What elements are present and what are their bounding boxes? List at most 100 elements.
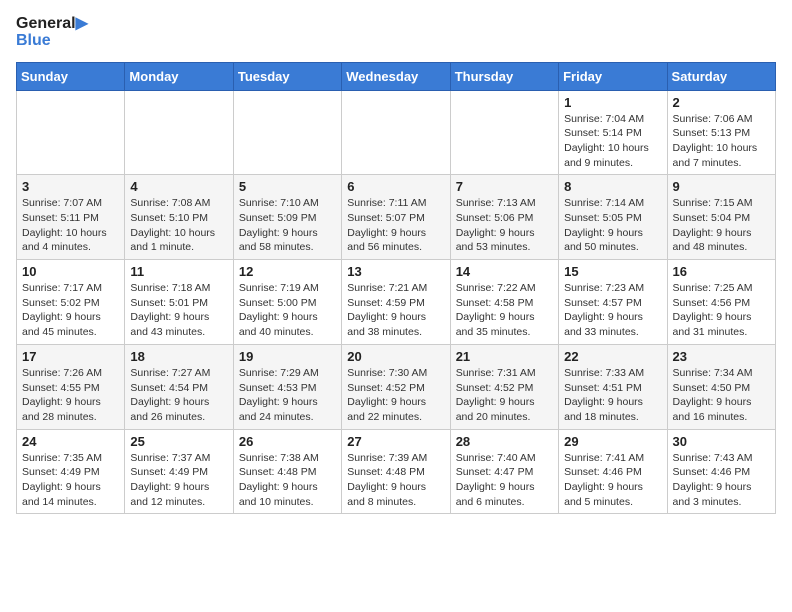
week-row-2: 3 Sunrise: 7:07 AM Sunset: 5:11 PM Daylig… xyxy=(17,175,776,260)
day-info: Sunrise: 7:41 AM Sunset: 4:46 PM Dayligh… xyxy=(564,451,661,510)
day-info: Sunrise: 7:35 AM Sunset: 4:49 PM Dayligh… xyxy=(22,451,119,510)
day-info: Sunrise: 7:22 AM Sunset: 4:58 PM Dayligh… xyxy=(456,281,553,340)
calendar-table: SundayMondayTuesdayWednesdayThursdayFrid… xyxy=(16,62,776,515)
day-info: Sunrise: 7:37 AM Sunset: 4:49 PM Dayligh… xyxy=(130,451,227,510)
day-header-wednesday: Wednesday xyxy=(342,62,450,90)
week-row-5: 24 Sunrise: 7:35 AM Sunset: 4:49 PM Dayli… xyxy=(17,429,776,514)
day-number: 13 xyxy=(347,264,444,279)
day-info: Sunrise: 7:15 AM Sunset: 5:04 PM Dayligh… xyxy=(673,196,770,255)
day-number: 3 xyxy=(22,179,119,194)
day-cell: 2 Sunrise: 7:06 AM Sunset: 5:13 PM Daylig… xyxy=(667,90,775,175)
day-info: Sunrise: 7:23 AM Sunset: 4:57 PM Dayligh… xyxy=(564,281,661,340)
day-info: Sunrise: 7:27 AM Sunset: 4:54 PM Dayligh… xyxy=(130,366,227,425)
day-cell: 11 Sunrise: 7:18 AM Sunset: 5:01 PM Dayli… xyxy=(125,260,233,345)
header-row: SundayMondayTuesdayWednesdayThursdayFrid… xyxy=(17,62,776,90)
day-header-monday: Monday xyxy=(125,62,233,90)
day-cell xyxy=(233,90,341,175)
week-row-3: 10 Sunrise: 7:17 AM Sunset: 5:02 PM Dayli… xyxy=(17,260,776,345)
day-number: 26 xyxy=(239,434,336,449)
week-row-4: 17 Sunrise: 7:26 AM Sunset: 4:55 PM Dayli… xyxy=(17,344,776,429)
logo: General▶ Blue xyxy=(16,16,88,50)
day-cell: 18 Sunrise: 7:27 AM Sunset: 4:54 PM Dayli… xyxy=(125,344,233,429)
day-cell: 8 Sunrise: 7:14 AM Sunset: 5:05 PM Daylig… xyxy=(559,175,667,260)
day-info: Sunrise: 7:40 AM Sunset: 4:47 PM Dayligh… xyxy=(456,451,553,510)
day-cell: 20 Sunrise: 7:30 AM Sunset: 4:52 PM Dayli… xyxy=(342,344,450,429)
day-cell: 6 Sunrise: 7:11 AM Sunset: 5:07 PM Daylig… xyxy=(342,175,450,260)
day-number: 21 xyxy=(456,349,553,364)
day-info: Sunrise: 7:14 AM Sunset: 5:05 PM Dayligh… xyxy=(564,196,661,255)
day-info: Sunrise: 7:07 AM Sunset: 5:11 PM Dayligh… xyxy=(22,196,119,255)
day-number: 22 xyxy=(564,349,661,364)
day-number: 19 xyxy=(239,349,336,364)
day-number: 5 xyxy=(239,179,336,194)
day-info: Sunrise: 7:21 AM Sunset: 4:59 PM Dayligh… xyxy=(347,281,444,340)
day-cell: 19 Sunrise: 7:29 AM Sunset: 4:53 PM Dayli… xyxy=(233,344,341,429)
day-cell: 9 Sunrise: 7:15 AM Sunset: 5:04 PM Daylig… xyxy=(667,175,775,260)
day-cell: 16Sunrise: 7:25 AM Sunset: 4:56 PM Dayli… xyxy=(667,260,775,345)
day-cell: 14Sunrise: 7:22 AM Sunset: 4:58 PM Dayli… xyxy=(450,260,558,345)
day-number: 15 xyxy=(564,264,661,279)
day-number: 7 xyxy=(456,179,553,194)
day-info: Sunrise: 7:34 AM Sunset: 4:50 PM Dayligh… xyxy=(673,366,770,425)
day-info: Sunrise: 7:33 AM Sunset: 4:51 PM Dayligh… xyxy=(564,366,661,425)
day-number: 29 xyxy=(564,434,661,449)
day-cell: 25 Sunrise: 7:37 AM Sunset: 4:49 PM Dayli… xyxy=(125,429,233,514)
day-cell: 10 Sunrise: 7:17 AM Sunset: 5:02 PM Dayli… xyxy=(17,260,125,345)
day-cell xyxy=(450,90,558,175)
day-number: 24 xyxy=(22,434,119,449)
day-info: Sunrise: 7:19 AM Sunset: 5:00 PM Dayligh… xyxy=(239,281,336,340)
day-cell: 21 Sunrise: 7:31 AM Sunset: 4:52 PM Dayli… xyxy=(450,344,558,429)
day-number: 16 xyxy=(673,264,770,279)
day-number: 17 xyxy=(22,349,119,364)
day-number: 25 xyxy=(130,434,227,449)
day-cell xyxy=(342,90,450,175)
day-cell: 15 Sunrise: 7:23 AM Sunset: 4:57 PM Dayli… xyxy=(559,260,667,345)
day-info: Sunrise: 7:43 AM Sunset: 4:46 PM Dayligh… xyxy=(673,451,770,510)
day-info: Sunrise: 7:11 AM Sunset: 5:07 PM Dayligh… xyxy=(347,196,444,255)
day-number: 30 xyxy=(673,434,770,449)
day-cell: 12 Sunrise: 7:19 AM Sunset: 5:00 PM Dayli… xyxy=(233,260,341,345)
day-header-tuesday: Tuesday xyxy=(233,62,341,90)
day-info: Sunrise: 7:04 AM Sunset: 5:14 PM Dayligh… xyxy=(564,112,661,171)
day-cell: 13 Sunrise: 7:21 AM Sunset: 4:59 PM Dayli… xyxy=(342,260,450,345)
day-info: Sunrise: 7:13 AM Sunset: 5:06 PM Dayligh… xyxy=(456,196,553,255)
header: General▶ Blue xyxy=(16,16,776,50)
day-number: 12 xyxy=(239,264,336,279)
day-info: Sunrise: 7:08 AM Sunset: 5:10 PM Dayligh… xyxy=(130,196,227,255)
day-info: Sunrise: 7:26 AM Sunset: 4:55 PM Dayligh… xyxy=(22,366,119,425)
day-info: Sunrise: 7:31 AM Sunset: 4:52 PM Dayligh… xyxy=(456,366,553,425)
day-cell: 17 Sunrise: 7:26 AM Sunset: 4:55 PM Dayli… xyxy=(17,344,125,429)
day-number: 6 xyxy=(347,179,444,194)
day-number: 11 xyxy=(130,264,227,279)
day-info: Sunrise: 7:10 AM Sunset: 5:09 PM Dayligh… xyxy=(239,196,336,255)
week-row-1: 1Sunrise: 7:04 AM Sunset: 5:14 PM Daylig… xyxy=(17,90,776,175)
day-cell: 3 Sunrise: 7:07 AM Sunset: 5:11 PM Daylig… xyxy=(17,175,125,260)
day-cell: 27 Sunrise: 7:39 AM Sunset: 4:48 PM Dayli… xyxy=(342,429,450,514)
day-info: Sunrise: 7:38 AM Sunset: 4:48 PM Dayligh… xyxy=(239,451,336,510)
day-number: 2 xyxy=(673,95,770,110)
day-info: Sunrise: 7:29 AM Sunset: 4:53 PM Dayligh… xyxy=(239,366,336,425)
day-header-friday: Friday xyxy=(559,62,667,90)
day-info: Sunrise: 7:17 AM Sunset: 5:02 PM Dayligh… xyxy=(22,281,119,340)
day-cell: 30 Sunrise: 7:43 AM Sunset: 4:46 PM Dayli… xyxy=(667,429,775,514)
day-info: Sunrise: 7:06 AM Sunset: 5:13 PM Dayligh… xyxy=(673,112,770,171)
day-header-sunday: Sunday xyxy=(17,62,125,90)
day-info: Sunrise: 7:18 AM Sunset: 5:01 PM Dayligh… xyxy=(130,281,227,340)
day-cell xyxy=(125,90,233,175)
day-number: 9 xyxy=(673,179,770,194)
day-number: 18 xyxy=(130,349,227,364)
day-number: 28 xyxy=(456,434,553,449)
day-cell: 4Sunrise: 7:08 AM Sunset: 5:10 PM Daylig… xyxy=(125,175,233,260)
day-number: 23 xyxy=(673,349,770,364)
day-info: Sunrise: 7:39 AM Sunset: 4:48 PM Dayligh… xyxy=(347,451,444,510)
day-number: 20 xyxy=(347,349,444,364)
day-cell: 5 Sunrise: 7:10 AM Sunset: 5:09 PM Daylig… xyxy=(233,175,341,260)
day-number: 27 xyxy=(347,434,444,449)
day-cell: 29 Sunrise: 7:41 AM Sunset: 4:46 PM Dayli… xyxy=(559,429,667,514)
day-cell: 26 Sunrise: 7:38 AM Sunset: 4:48 PM Dayli… xyxy=(233,429,341,514)
day-number: 8 xyxy=(564,179,661,194)
day-number: 10 xyxy=(22,264,119,279)
day-header-saturday: Saturday xyxy=(667,62,775,90)
day-info: Sunrise: 7:30 AM Sunset: 4:52 PM Dayligh… xyxy=(347,366,444,425)
day-cell: 22 Sunrise: 7:33 AM Sunset: 4:51 PM Dayli… xyxy=(559,344,667,429)
